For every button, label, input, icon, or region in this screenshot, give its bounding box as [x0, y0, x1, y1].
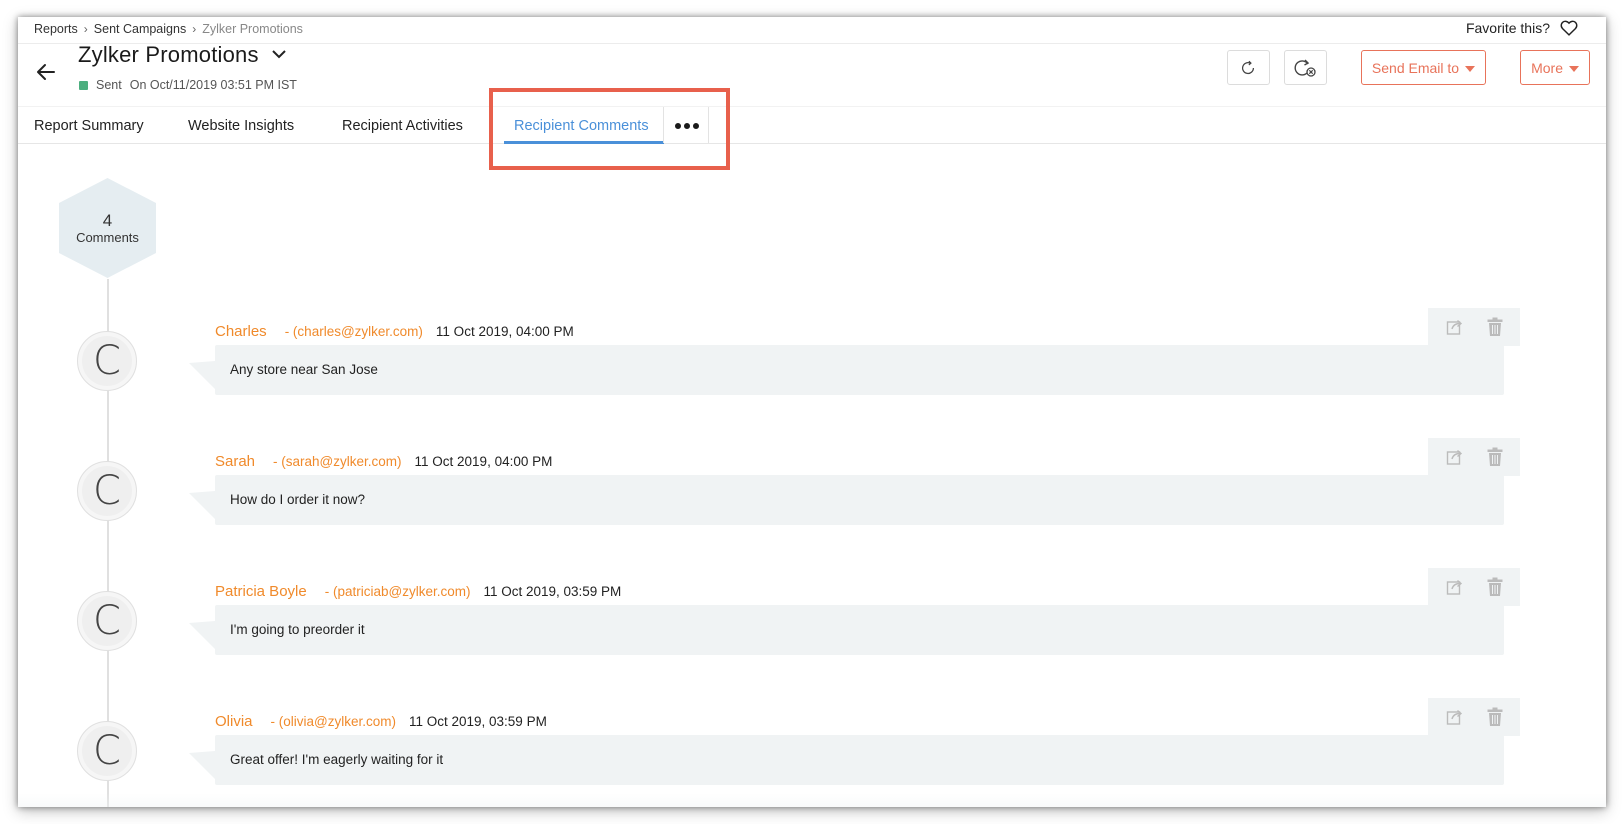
breadcrumb-bar: Reports › Sent Campaigns › Zylker Promot… [18, 17, 1606, 44]
chevron-down-icon [271, 46, 287, 64]
avatar: C [77, 331, 137, 391]
commenter-name: Patricia Boyle [215, 583, 307, 600]
header-actions: Send Email to More [1226, 50, 1590, 85]
trash-icon[interactable] [1487, 317, 1503, 337]
tab-recipient-comments[interactable]: Recipient Comments [514, 118, 649, 134]
breadcrumb-separator-icon: › [192, 22, 197, 36]
trash-icon[interactable] [1487, 447, 1503, 467]
avatar: C [77, 721, 137, 781]
comment-actions [1428, 698, 1520, 736]
comment-header: Olivia - (olivia@zylker.com) 11 Oct 2019… [215, 713, 547, 730]
share-icon[interactable] [1446, 578, 1464, 596]
commenter-email: - (sarah@zylker.com) [273, 454, 402, 469]
tab-recipient-activities[interactable]: Recipient Activities [342, 118, 463, 134]
comment-item: C Patricia Boyle - (patriciab@zylker.com… [18, 567, 1606, 687]
tab-report-summary[interactable]: Report Summary [34, 118, 144, 134]
comment-actions [1428, 308, 1520, 346]
campaign-title-dropdown[interactable]: Zylker Promotions [78, 42, 287, 68]
share-icon[interactable] [1446, 448, 1464, 466]
arrow-left-icon [37, 64, 55, 80]
share-icon[interactable] [1446, 318, 1464, 336]
more-label: More [1531, 59, 1563, 76]
send-email-label: Send Email to [1371, 59, 1460, 76]
favorite-label: Favorite this? [1465, 20, 1550, 36]
refresh-cancel-icon [1294, 59, 1317, 77]
comment-time: 11 Oct 2019, 03:59 PM [483, 584, 622, 599]
breadcrumb-current: Zylker Promotions [202, 22, 303, 36]
commenter-name: Charles [215, 323, 267, 340]
stop-refresh-button[interactable] [1283, 50, 1327, 85]
heart-icon[interactable] [1560, 20, 1578, 36]
comment-header: Charles - (charles@zylker.com) 11 Oct 20… [215, 323, 574, 340]
comment-text: Any store near San Jose [215, 345, 1504, 395]
more-button[interactable]: More [1520, 50, 1590, 85]
commenter-email: - (charles@zylker.com) [284, 324, 423, 339]
commenter-email: - (patriciab@zylker.com) [324, 584, 471, 599]
comment-text: Great offer! I'm eagerly waiting for it [215, 735, 1504, 785]
avatar: C [77, 461, 137, 521]
comment-header: Sarah - (sarah@zylker.com) 11 Oct 2019, … [215, 453, 552, 470]
comment-time: 11 Oct 2019, 04:00 PM [435, 324, 574, 339]
comment-actions [1428, 568, 1520, 606]
breadcrumb: Reports › Sent Campaigns › Zylker Promot… [34, 22, 303, 36]
breadcrumb-reports[interactable]: Reports [34, 22, 78, 36]
caret-down-icon [1569, 65, 1579, 72]
campaign-status: Sent On Oct/11/2019 03:51 PM IST [79, 78, 297, 92]
trash-icon[interactable] [1487, 577, 1503, 597]
active-tab-indicator [504, 141, 664, 144]
caret-down-icon [1465, 65, 1476, 72]
avatar: C [77, 591, 137, 651]
comment-time: 11 Oct 2019, 03:59 PM [408, 714, 547, 729]
sent-timestamp: On Oct/11/2019 03:51 PM IST [129, 78, 297, 92]
refresh-icon [1242, 60, 1255, 74]
page-title: Zylker Promotions [78, 42, 259, 67]
status-indicator [79, 80, 88, 90]
comment-item: C Sarah - (sarah@zylker.com) 11 Oct 2019… [18, 437, 1606, 557]
status-label: Sent [96, 78, 122, 92]
tab-website-insights[interactable]: Website Insights [188, 118, 294, 134]
favorite-toggle[interactable]: Favorite this? [1466, 20, 1578, 36]
breadcrumb-sent-campaigns[interactable]: Sent Campaigns [94, 22, 186, 36]
commenter-email: - (olivia@zylker.com) [270, 714, 396, 729]
comment-header: Patricia Boyle - (patriciab@zylker.com) … [215, 583, 621, 600]
app-window: Reports › Sent Campaigns › Zylker Promot… [18, 17, 1606, 807]
comment-actions [1428, 438, 1520, 476]
comment-text: I'm going to preorder it [215, 605, 1504, 655]
comments-count: 4 [102, 210, 113, 230]
comment-item: C Olivia - (olivia@zylker.com) 11 Oct 20… [18, 697, 1606, 807]
commenter-name: Olivia [215, 713, 253, 730]
refresh-button[interactable] [1226, 50, 1270, 85]
share-icon[interactable] [1446, 708, 1464, 726]
trash-icon[interactable] [1487, 707, 1503, 727]
comment-time: 11 Oct 2019, 04:00 PM [414, 454, 553, 469]
commenter-name: Sarah [215, 453, 256, 470]
comments-count-label: Comments [76, 229, 139, 245]
send-email-button[interactable]: Send Email to [1360, 50, 1487, 85]
comment-item: C Charles - (charles@zylker.com) 11 Oct … [18, 307, 1606, 427]
comment-text: How do I order it now? [215, 475, 1504, 525]
comments-count-badge: 4 Comments [59, 178, 156, 278]
more-dots-icon[interactable] [673, 116, 701, 136]
back-button[interactable] [36, 63, 58, 83]
breadcrumb-separator-icon: › [83, 22, 88, 36]
tab-bar: Report Summary Website Insights Recipien… [18, 106, 1606, 144]
